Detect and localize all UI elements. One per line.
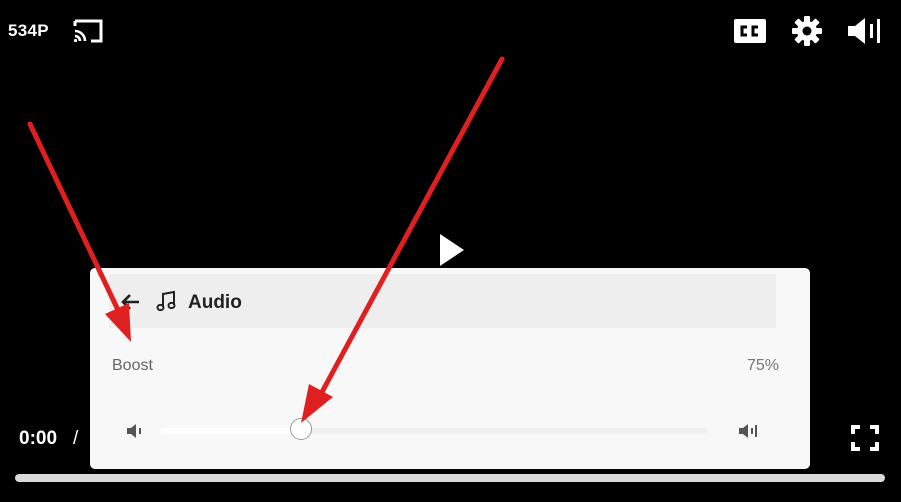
- arrow-left-icon[interactable]: [121, 293, 141, 311]
- time-separator: /: [73, 428, 79, 449]
- boost-label: Boost: [112, 357, 153, 374]
- boost-slider[interactable]: [160, 418, 708, 440]
- closed-captions-icon[interactable]: [733, 17, 767, 45]
- boost-slider-fill: [160, 428, 302, 434]
- music-note-icon: [156, 290, 176, 312]
- play-icon[interactable]: [438, 232, 466, 268]
- current-time: 0:00: [19, 428, 58, 449]
- cast-icon[interactable]: [72, 17, 104, 45]
- volume-high-icon: [739, 424, 757, 438]
- panel-header[interactable]: Audio: [109, 274, 776, 328]
- gear-icon[interactable]: [791, 15, 823, 47]
- volume-low-icon: [127, 424, 141, 438]
- quality-label[interactable]: 534P: [8, 21, 49, 41]
- boost-value: 75%: [746, 357, 779, 374]
- volume-icon[interactable]: [846, 15, 884, 47]
- panel-title: Audio: [188, 292, 242, 313]
- fullscreen-icon[interactable]: [850, 424, 880, 452]
- progress-bar[interactable]: [15, 474, 885, 482]
- audio-settings-panel: Audio Boost 75%: [90, 268, 810, 469]
- boost-slider-thumb[interactable]: [290, 418, 312, 440]
- video-player[interactable]: 534P 0:00 / Audio Boost 75%: [0, 0, 901, 502]
